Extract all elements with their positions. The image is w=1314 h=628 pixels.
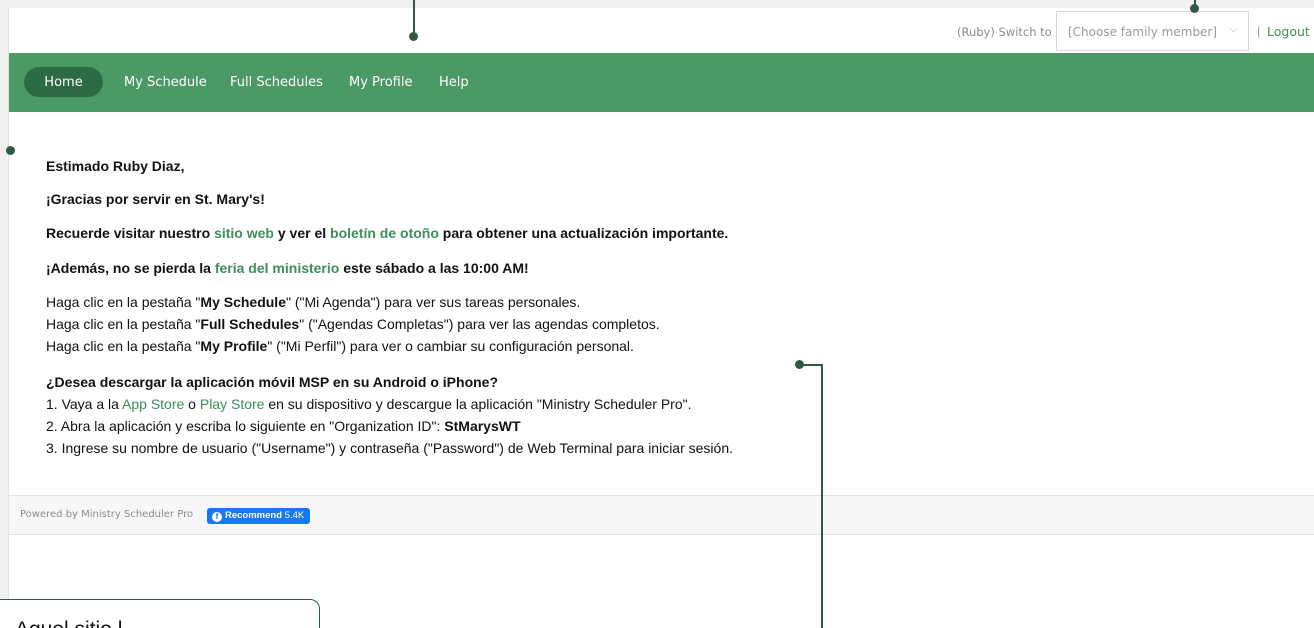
annotation-line bbox=[800, 364, 823, 366]
nav-tab-full-schedules[interactable]: Full Schedules bbox=[230, 67, 323, 97]
footer: Powered by Ministry Scheduler Pro f Recom… bbox=[9, 495, 1314, 535]
help-text: Haga clic en la pestaña " bbox=[46, 316, 201, 332]
help-text: Haga clic en la pestaña " bbox=[46, 338, 201, 354]
recommend-label: Recommend bbox=[225, 510, 283, 521]
help-text: " ("Mi Perfil") para ver o cambiar su co… bbox=[267, 338, 634, 354]
app-heading: ¿Desea descargar la aplicación móvil MSP… bbox=[46, 374, 499, 390]
visit-line: Recuerde visitar nuestro sitio web y ver… bbox=[46, 225, 728, 241]
separator: | bbox=[1257, 24, 1261, 38]
step-text: en su dispositivo y descargue la aplicac… bbox=[264, 396, 692, 412]
tab-name: My Schedule bbox=[200, 294, 286, 310]
top-bar: (Ruby) Switch to [Choose family member] … bbox=[9, 8, 1314, 53]
organization-id: StMarysWT bbox=[444, 418, 521, 434]
ministry-fair-link[interactable]: feria del ministerio bbox=[215, 260, 339, 276]
visit-text: Recuerde visitar nuestro bbox=[46, 225, 215, 241]
switch-to-label: (Ruby) Switch to bbox=[957, 25, 1052, 39]
callout-text: Aquel sitio l bbox=[15, 618, 122, 628]
annotation-pin bbox=[6, 146, 15, 155]
family-member-select[interactable]: [Choose family member] ⌵ bbox=[1056, 11, 1249, 51]
main-nav: Home My Schedule Full Schedules My Profi… bbox=[9, 53, 1314, 112]
tab-name: Full Schedules bbox=[200, 316, 300, 332]
annotation-line bbox=[413, 0, 415, 35]
play-store-link[interactable]: Play Store bbox=[200, 396, 265, 412]
powered-by-text: Powered by Ministry Scheduler Pro bbox=[20, 509, 194, 520]
annotation-pin bbox=[1190, 4, 1199, 13]
annotation-pin bbox=[409, 32, 418, 41]
tab-name: My Profile bbox=[200, 338, 268, 354]
fair-text: este sábado a las 10:00 AM! bbox=[339, 260, 529, 276]
annotation-callout: Aquel sitio l bbox=[0, 599, 320, 628]
nav-tab-my-schedule[interactable]: My Schedule bbox=[124, 67, 207, 97]
nav-tab-help[interactable]: Help bbox=[439, 67, 469, 97]
help-line-my-schedule: Haga clic en la pestaña "My Schedule" ("… bbox=[46, 294, 580, 310]
step-text: o bbox=[184, 396, 200, 412]
ministry-fair-line: ¡Además, no se pierda la feria del minis… bbox=[46, 260, 529, 276]
step-text: 2. Abra la aplicación y escriba lo sigui… bbox=[46, 418, 445, 434]
app-step-3: 3. Ingrese su nombre de usuario ("Userna… bbox=[46, 440, 734, 456]
visit-text: y ver el bbox=[273, 225, 331, 241]
chevron-down-icon: ⌵ bbox=[1230, 25, 1237, 35]
nav-tab-home[interactable]: Home bbox=[24, 67, 103, 97]
app-step-2: 2. Abra la aplicación y escriba lo sigui… bbox=[46, 418, 521, 434]
family-select-value: [Choose family member] bbox=[1068, 25, 1218, 39]
nav-tab-my-profile[interactable]: My Profile bbox=[349, 67, 412, 97]
visit-text: para obtener una actualización important… bbox=[438, 225, 729, 241]
facebook-recommend-button[interactable]: f Recommend 5.4K bbox=[207, 508, 311, 524]
facebook-icon: f bbox=[212, 512, 222, 522]
app-store-link[interactable]: App Store bbox=[122, 396, 184, 412]
recommend-count: 5.4K bbox=[284, 510, 305, 521]
website-link[interactable]: sitio web bbox=[214, 225, 274, 241]
help-line-my-profile: Haga clic en la pestaña "My Profile" ("M… bbox=[46, 338, 634, 354]
help-line-full-schedules: Haga clic en la pestaña "Full Schedules"… bbox=[46, 316, 660, 332]
help-text: " ("Mi Agenda") para ver sus tareas pers… bbox=[286, 294, 581, 310]
fair-text: ¡Además, no se pierda la bbox=[46, 260, 215, 276]
app-step-1: 1. Vaya a la App Store o Play Store en s… bbox=[46, 396, 692, 412]
window-top-edge bbox=[0, 0, 1314, 8]
help-text: " ("Agendas Completas") para ver las age… bbox=[299, 316, 660, 332]
web-terminal-page: (Ruby) Switch to [Choose family member] … bbox=[8, 8, 1314, 628]
help-text: Haga clic en la pestaña " bbox=[46, 294, 201, 310]
newsletter-link[interactable]: boletín de otoño bbox=[330, 225, 439, 241]
thanks-line: ¡Gracias por servir en St. Mary's! bbox=[46, 191, 265, 207]
step-text: 1. Vaya a la bbox=[46, 396, 123, 412]
greeting: Estimado Ruby Diaz, bbox=[46, 158, 185, 174]
logout-link[interactable]: Logout bbox=[1267, 24, 1310, 39]
annotation-line bbox=[821, 364, 823, 628]
